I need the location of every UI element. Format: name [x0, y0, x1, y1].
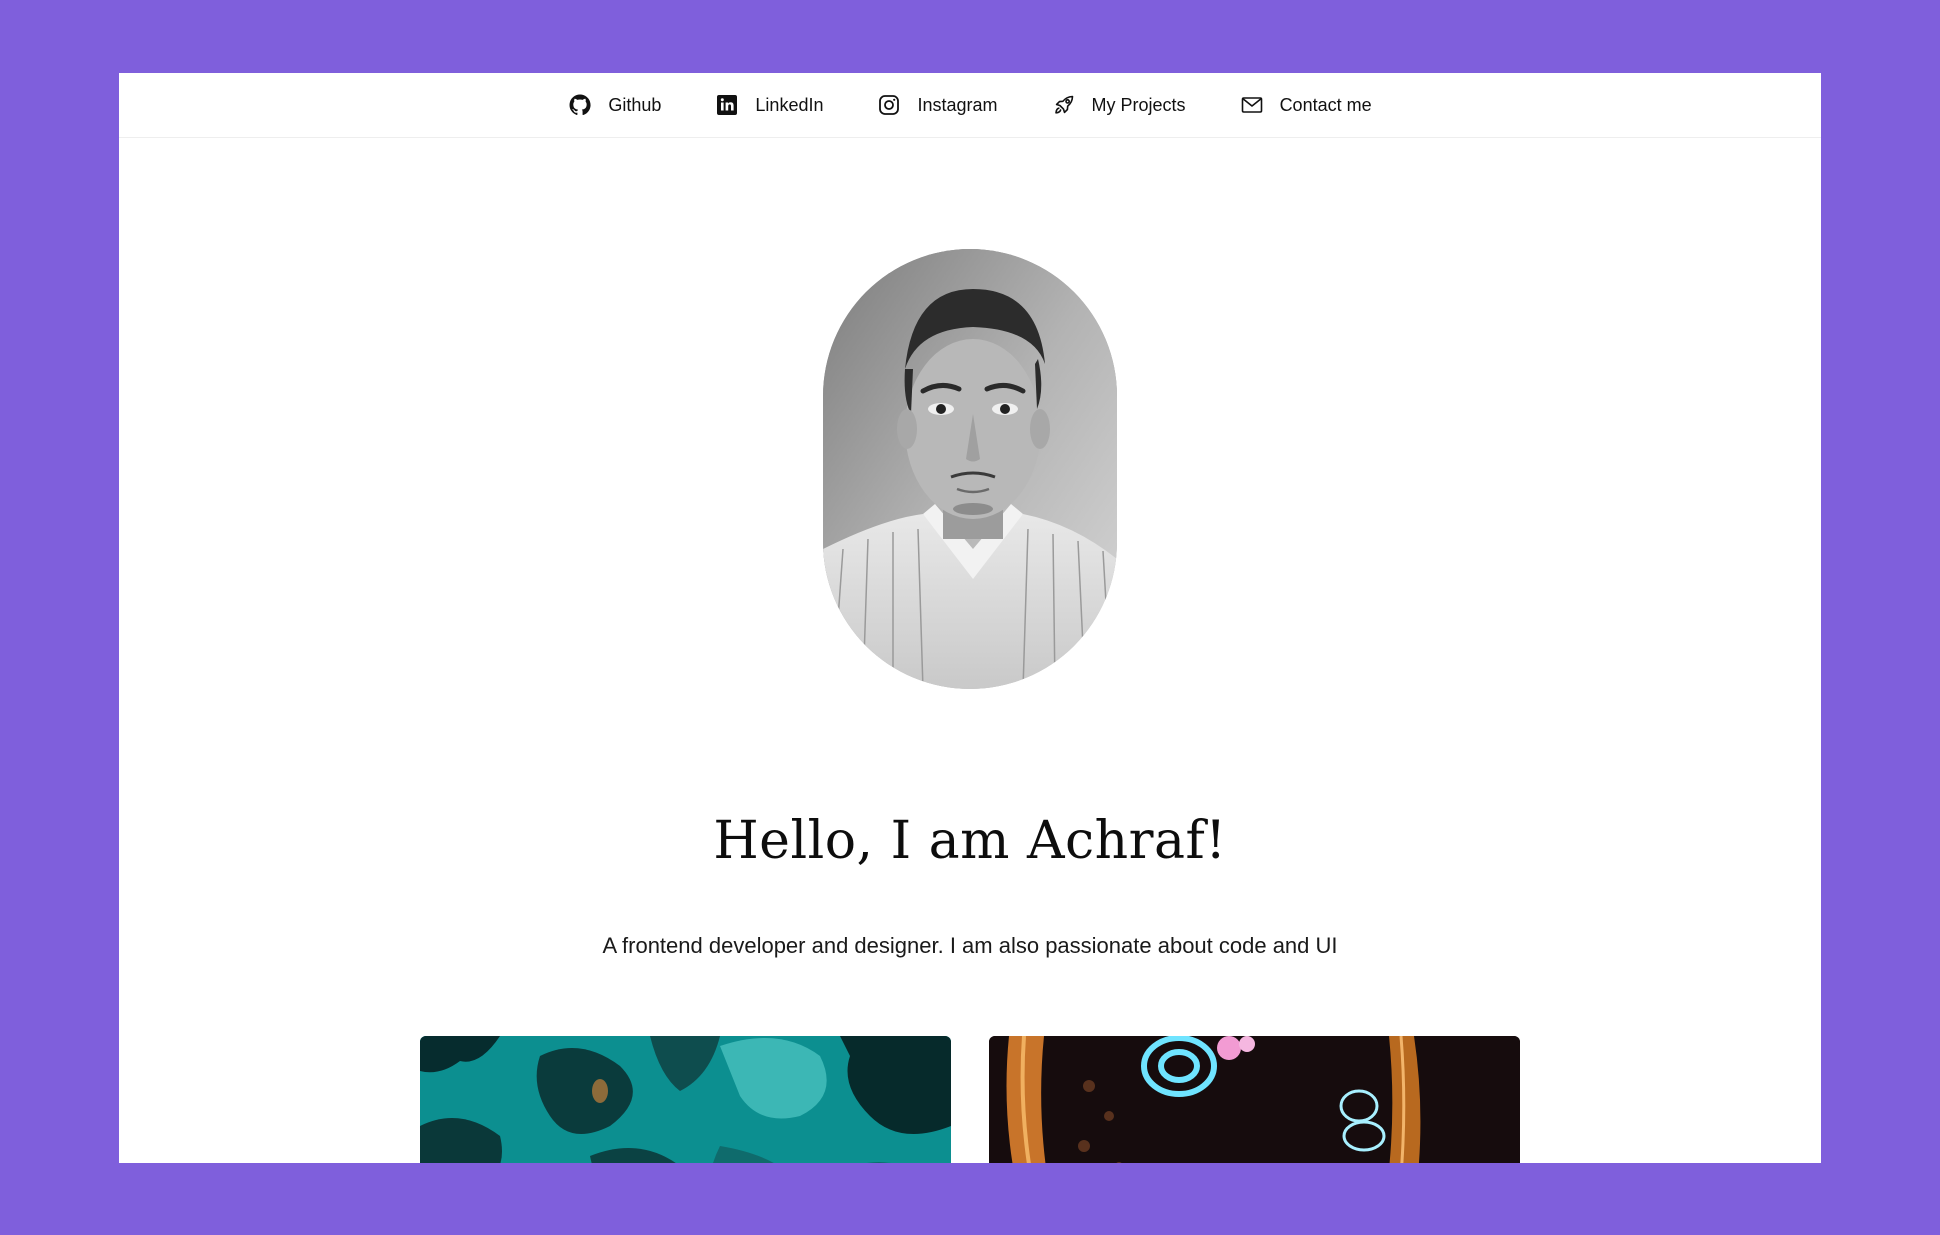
- rocket-icon: [1052, 93, 1076, 117]
- nav-link-contact[interactable]: Contact me: [1240, 93, 1372, 117]
- instagram-icon: [877, 93, 901, 117]
- github-icon: [568, 93, 592, 117]
- nav-label-linkedin: LinkedIn: [755, 94, 824, 115]
- linkedin-icon: [715, 93, 739, 117]
- profile-photo: [823, 249, 1117, 689]
- nav-link-instagram[interactable]: Instagram: [877, 93, 998, 117]
- project-card-neon[interactable]: [989, 1036, 1520, 1163]
- project-card-ocean[interactable]: [420, 1036, 951, 1163]
- top-navigation: Github LinkedIn Instagram My Projects Co…: [119, 73, 1821, 138]
- hero-title: Hello, I am Achraf!: [713, 811, 1227, 871]
- hero-subtitle: A frontend developer and designer. I am …: [602, 933, 1338, 958]
- mail-icon: [1240, 93, 1264, 117]
- nav-link-github[interactable]: Github: [568, 93, 661, 117]
- nav-label-github: Github: [608, 94, 662, 115]
- nav-label-contact: Contact me: [1279, 94, 1372, 115]
- project-image-ocean: [420, 1036, 951, 1163]
- nav-label-projects: My Projects: [1091, 94, 1186, 115]
- nav-link-projects[interactable]: My Projects: [1052, 93, 1186, 117]
- page-window: Github LinkedIn Instagram My Projects Co…: [119, 73, 1821, 1163]
- nav-link-linkedin[interactable]: LinkedIn: [715, 93, 823, 117]
- nav-label-instagram: Instagram: [917, 94, 998, 115]
- project-image-neon: [989, 1036, 1520, 1163]
